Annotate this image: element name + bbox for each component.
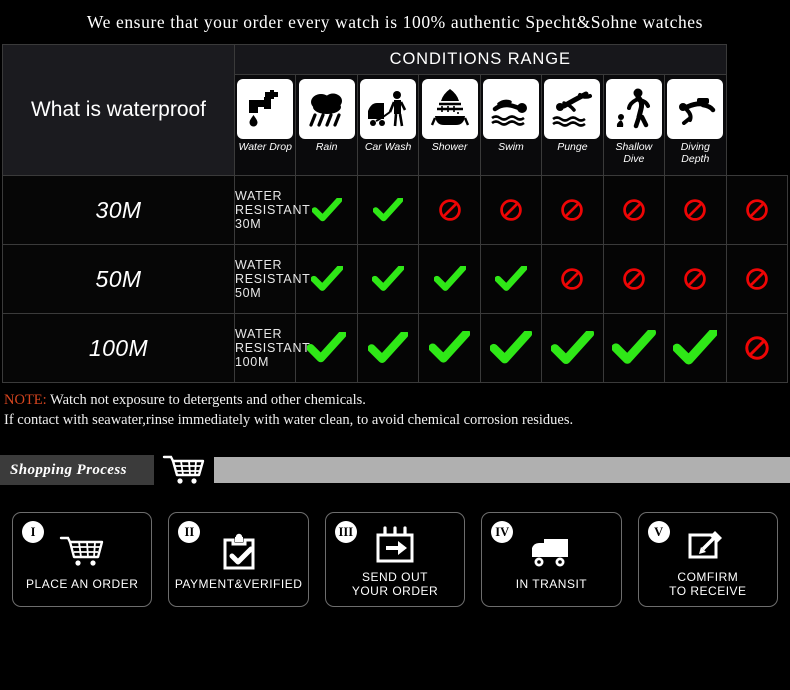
column-header-rain: Rain xyxy=(295,74,358,176)
process-steps-row: I PLACE AN ORDER II PAYMENT&VERIFIED III SEND… xyxy=(0,492,790,607)
shopping-process-bar: Shopping Process xyxy=(0,448,790,492)
column-header-label: Water Drop xyxy=(238,141,292,153)
column-header-punge: Punge xyxy=(541,74,604,176)
step-label: PLACE AN ORDER xyxy=(26,576,139,591)
row-depth-label: 50M xyxy=(2,244,235,314)
faucet-drop-icon xyxy=(237,79,294,139)
column-header-label: Punge xyxy=(557,141,588,153)
process-step-4[interactable]: IV IN TRANSIT xyxy=(481,512,622,607)
cell-check-icon xyxy=(479,313,543,383)
step-label: IN TRANSIT xyxy=(515,576,588,591)
table-header-row: What is waterproof CONDITIONS RANGE xyxy=(2,44,788,176)
delivery-truck-icon xyxy=(528,532,574,572)
column-header-shower: Shower xyxy=(418,74,481,176)
cell-prohibited-icon xyxy=(418,175,481,245)
waterproof-table-container: What is waterproof CONDITIONS RANGE Wate… xyxy=(0,44,790,383)
step-label: PAYMENT&VERIFIED xyxy=(174,576,303,591)
note-text-1: Watch not exposure to detergents and oth… xyxy=(46,392,366,408)
step-label: SEND OUT YOUR ORDER xyxy=(351,570,439,598)
shower-icon xyxy=(421,79,478,139)
cell-prohibited-icon xyxy=(541,175,604,245)
column-header-label: Diving Depth xyxy=(680,141,710,165)
shopping-process-tag: Shopping Process xyxy=(0,455,154,485)
process-progress-bar xyxy=(214,457,790,483)
waterproof-table: What is waterproof CONDITIONS RANGE Wate… xyxy=(2,44,788,383)
step-numeral-badge: V xyxy=(647,521,670,543)
table-row: 50M WATER RESISTANT 50M xyxy=(2,244,788,314)
cell-prohibited-icon xyxy=(725,175,788,245)
note-keyword: NOTE: xyxy=(4,392,47,408)
cell-check-icon xyxy=(664,313,727,383)
table-row: 30M WATER RESISTANT 30M xyxy=(2,175,788,245)
sign-document-icon xyxy=(687,525,729,565)
process-step-1[interactable]: I PLACE AN ORDER xyxy=(12,512,153,607)
cell-prohibited-icon xyxy=(664,175,727,245)
row-depth-label: 100M xyxy=(2,313,235,383)
column-header-label: Shower xyxy=(431,141,468,153)
row-description: WATER RESISTANT 50M xyxy=(233,244,310,314)
cell-check-icon xyxy=(356,175,420,245)
cell-check-icon xyxy=(356,244,420,314)
row-depth-label: 30M xyxy=(2,175,235,245)
rain-cloud-icon xyxy=(298,79,355,139)
column-header-label: Rain xyxy=(315,141,338,153)
cell-check-icon xyxy=(356,313,420,383)
scuba-diver-icon xyxy=(667,79,724,139)
cell-check-icon xyxy=(479,244,543,314)
step-numeral-badge: III xyxy=(334,521,357,543)
table-row: 100M WATER RESISTANT 100M xyxy=(2,313,788,383)
cell-check-icon xyxy=(418,244,481,314)
swimmer-icon xyxy=(482,79,539,139)
column-header-diving-depth: Diving Depth xyxy=(664,74,727,176)
cell-prohibited-icon xyxy=(602,244,666,314)
shallow-dive-icon xyxy=(605,79,662,139)
process-step-2[interactable]: II PAYMENT&VERIFIED xyxy=(168,512,309,607)
promo-banner: We ensure that your order every watch is… xyxy=(0,0,790,44)
cell-check-icon xyxy=(418,313,481,383)
cell-prohibited-icon xyxy=(725,244,788,314)
column-header-car-wash: Car Wash xyxy=(356,74,420,176)
column-header-label: Shallow Dive xyxy=(615,141,653,165)
step-label: COMFIRM TO RECEIVE xyxy=(669,570,747,598)
cell-prohibited-icon xyxy=(479,175,543,245)
note-block: NOTE: Watch not exposure to detergents a… xyxy=(0,383,790,430)
column-header-swim: Swim xyxy=(479,74,543,176)
process-step-3[interactable]: III SEND OUT YOUR ORDER xyxy=(324,512,466,607)
row-description: WATER RESISTANT 30M xyxy=(233,175,310,245)
column-header-shallow-dive: Shallow Dive xyxy=(602,74,666,176)
note-line-1: NOTE: Watch not exposure to detergents a… xyxy=(4,390,786,410)
column-header-label: Car Wash xyxy=(364,141,412,153)
cell-check-icon xyxy=(602,313,666,383)
cell-prohibited-icon xyxy=(541,244,604,314)
page-root: We ensure that your order every watch is… xyxy=(0,0,790,690)
cell-prohibited-icon xyxy=(725,313,788,383)
table-title-cell: What is waterproof xyxy=(2,44,235,176)
car-wash-icon xyxy=(360,79,417,139)
cell-prohibited-icon xyxy=(602,175,666,245)
column-header-label: Swim xyxy=(498,141,524,153)
cell-check-icon xyxy=(541,313,604,383)
step-numeral-badge: I xyxy=(22,521,44,543)
conditions-range-header: CONDITIONS RANGE xyxy=(234,44,727,75)
step-numeral-badge: IV xyxy=(491,521,514,543)
shopping-cart-icon xyxy=(154,453,214,487)
step-numeral-badge: II xyxy=(178,521,201,543)
cell-prohibited-icon xyxy=(664,244,727,314)
note-line-2: If contact with seawater,rinse immediate… xyxy=(4,412,574,428)
row-description: WATER RESISTANT 100M xyxy=(233,313,310,383)
process-step-5[interactable]: V COMFIRM TO RECEIVE xyxy=(637,512,779,607)
clipboard-check-icon xyxy=(219,532,259,572)
column-header-water-drop: Water Drop xyxy=(233,74,297,176)
shopping-cart-icon xyxy=(59,532,105,572)
plunge-dive-icon xyxy=(544,79,601,139)
package-outbound-icon xyxy=(374,525,416,565)
